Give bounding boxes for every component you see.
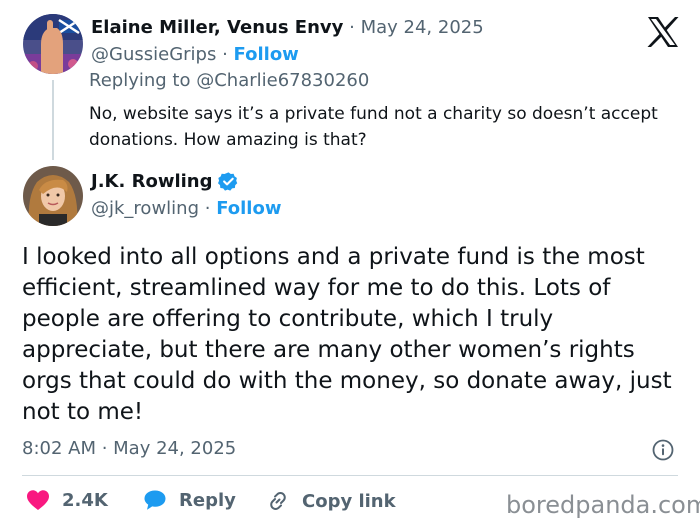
link-icon	[270, 492, 286, 510]
main-tweet-text: I looked into all options and a private …	[22, 244, 672, 425]
reply-handle-row: @GussieGrips · Follow	[91, 44, 299, 65]
copy-link-button[interactable]: Copy link	[266, 489, 396, 513]
replying-to-line: Replying to @Charlie67830260	[89, 70, 369, 91]
verified-badge-icon	[218, 172, 238, 191]
reply-author-row: Elaine Miller, Venus Envy · May 24, 2025	[91, 17, 484, 38]
separator-dot: ·	[222, 44, 228, 65]
like-button[interactable]: 2.4K	[26, 489, 108, 511]
main-follow-button[interactable]: Follow	[216, 198, 281, 219]
reply-author-name[interactable]: Elaine Miller, Venus Envy	[91, 17, 343, 38]
heart-icon	[27, 490, 49, 510]
main-handle-row: @jk_rowling · Follow	[91, 198, 281, 219]
main-author-name[interactable]: J.K. Rowling	[91, 171, 212, 192]
reply-follow-button[interactable]: Follow	[234, 44, 299, 65]
info-icon[interactable]	[652, 439, 674, 461]
reply-author-handle[interactable]: @GussieGrips	[91, 44, 216, 65]
separator-dot: ·	[349, 17, 355, 38]
x-logo-icon[interactable]	[646, 16, 680, 48]
main-author-avatar[interactable]	[23, 166, 83, 226]
reply-button[interactable]: Reply	[143, 489, 236, 511]
reply-label: Reply	[179, 489, 236, 511]
watermark: boredpanda.com	[506, 491, 700, 519]
replying-to-handle[interactable]: @Charlie67830260	[196, 70, 369, 91]
copy-link-label: Copy link	[302, 490, 396, 512]
reply-date[interactable]: May 24, 2025	[361, 17, 484, 38]
divider	[22, 475, 678, 476]
replying-to-prefix: Replying to	[89, 70, 191, 91]
like-count: 2.4K	[62, 489, 108, 511]
main-author-handle[interactable]: @jk_rowling	[91, 198, 199, 219]
thread-connector-line	[52, 80, 54, 160]
reply-author-avatar[interactable]	[23, 14, 83, 74]
tweet-timestamp[interactable]: 8:02 AM · May 24, 2025	[22, 438, 236, 459]
main-author-row: J.K. Rowling	[91, 171, 239, 192]
reply-tweet-text: No, website says it’s a private fund not…	[89, 104, 658, 150]
reply-bubble-icon	[144, 490, 166, 510]
separator-dot: ·	[204, 198, 211, 219]
